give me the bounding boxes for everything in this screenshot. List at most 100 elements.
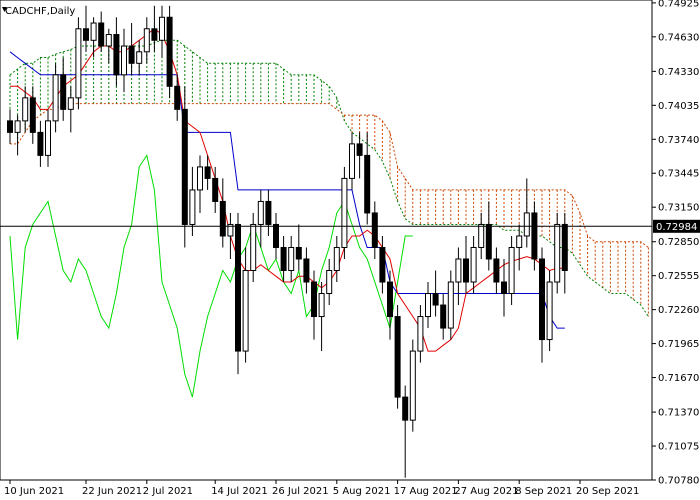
candle-body xyxy=(440,304,447,329)
candle-body xyxy=(136,51,143,64)
current-price-label: 0.72984 xyxy=(653,219,700,233)
candle-body xyxy=(113,34,120,76)
candle-body xyxy=(242,270,249,352)
x-tick-label: 8 Sep 2021 xyxy=(515,486,572,497)
candle-body xyxy=(67,97,74,110)
candle-body xyxy=(470,246,477,283)
candle-body xyxy=(349,143,355,179)
candle-body xyxy=(478,223,485,248)
y-tick-label: 0.71670 xyxy=(658,373,699,384)
candle-body xyxy=(402,396,409,421)
y-axis-ticks: 0.74925 0.74630 0.74330 0.74035 0.73740 0.734… xyxy=(652,0,699,487)
candle xyxy=(75,17,82,110)
x-tick-label: 5 Aug 2021 xyxy=(333,486,391,497)
candle xyxy=(341,166,348,259)
candle-body xyxy=(166,16,173,87)
candle-body xyxy=(371,212,378,248)
candle-body xyxy=(523,212,530,237)
y-tick-label: 0.70780 xyxy=(658,476,699,487)
candle-body xyxy=(561,223,568,272)
candle-body xyxy=(22,97,29,122)
candle-body xyxy=(37,131,44,156)
candle-body xyxy=(265,200,272,225)
candle-body xyxy=(295,246,302,260)
candle-body xyxy=(303,258,310,283)
candle-body xyxy=(197,166,203,191)
candle-body xyxy=(52,74,59,122)
candle-body xyxy=(432,293,439,306)
candle-body xyxy=(143,28,150,53)
candle-body xyxy=(311,281,317,318)
candle-body xyxy=(235,223,241,352)
x-tick-label: 2 Jul 2021 xyxy=(143,486,193,497)
y-tick-label: 0.71075 xyxy=(658,442,699,453)
candle-body xyxy=(493,258,500,283)
candle-body xyxy=(174,85,181,110)
candle-body xyxy=(546,281,553,341)
y-tick-label: 0.74330 xyxy=(658,67,699,78)
candle-body xyxy=(318,293,325,318)
candle-body xyxy=(29,97,36,133)
candle-body xyxy=(356,143,363,156)
candle-body xyxy=(508,246,515,295)
candle-body xyxy=(447,281,454,329)
y-tick-label: 0.73445 xyxy=(658,169,699,180)
candle-body xyxy=(425,293,431,318)
y-tick-label: 0.72260 xyxy=(658,305,699,316)
candle-body xyxy=(159,16,165,41)
candle-body xyxy=(387,281,393,318)
candle xyxy=(546,270,553,352)
candle-body xyxy=(75,28,82,99)
candle xyxy=(394,305,401,409)
candle-body xyxy=(204,166,211,179)
candle-body xyxy=(531,212,538,260)
candle-body xyxy=(219,200,226,237)
chart-title: CADCHF,Daily xyxy=(5,6,75,17)
candle-body xyxy=(341,177,348,248)
candle-body xyxy=(45,120,51,156)
candle-body xyxy=(539,258,545,341)
cadchf-daily-chart: 0.74925 0.74630 0.74330 0.74035 0.73740 0.734… xyxy=(0,0,700,500)
candle-body xyxy=(181,108,188,225)
y-tick-label: 0.74925 xyxy=(658,0,699,9)
y-tick-label: 0.73740 xyxy=(658,135,699,146)
y-tick-label: 0.71370 xyxy=(658,408,699,419)
y-tick-label: 0.73150 xyxy=(658,203,699,214)
candle xyxy=(554,212,561,294)
y-tick-label: 0.74035 xyxy=(658,101,699,112)
candle-body xyxy=(333,246,340,272)
candle-body xyxy=(212,177,219,202)
candle-body xyxy=(121,45,127,76)
candle-body xyxy=(83,28,89,41)
candle-body xyxy=(189,189,196,225)
y-tick-label: 0.72850 xyxy=(658,237,699,248)
candle-body xyxy=(288,246,295,272)
candle-body xyxy=(273,223,279,248)
candle-body xyxy=(128,45,135,64)
candle-body xyxy=(485,223,492,260)
candle xyxy=(181,86,188,248)
candle xyxy=(235,212,241,375)
candle-body xyxy=(90,22,97,41)
candle-body xyxy=(463,258,469,283)
candle-body xyxy=(60,74,67,110)
candle-body xyxy=(455,258,462,283)
candle-body xyxy=(14,120,21,133)
candle-body xyxy=(379,246,386,283)
y-tick-label: 0.71965 xyxy=(658,339,699,350)
candle-body xyxy=(501,281,507,295)
candle-body xyxy=(326,270,333,295)
candle-body xyxy=(98,22,105,47)
current-price-value: 0.72984 xyxy=(656,222,697,233)
x-tick-label: 10 Jun 2021 xyxy=(4,486,64,497)
x-tick-label: 27 Aug 2021 xyxy=(454,486,518,497)
candle-body xyxy=(151,28,158,41)
y-tick-label: 0.74630 xyxy=(658,32,699,43)
candle-body xyxy=(394,316,401,398)
candle-body xyxy=(364,154,371,214)
candle xyxy=(409,339,416,432)
y-tick-label: 0.72555 xyxy=(658,271,699,282)
x-tick-label: 22 Jun 2021 xyxy=(82,486,142,497)
candle xyxy=(166,5,173,98)
candle-body xyxy=(250,223,257,272)
